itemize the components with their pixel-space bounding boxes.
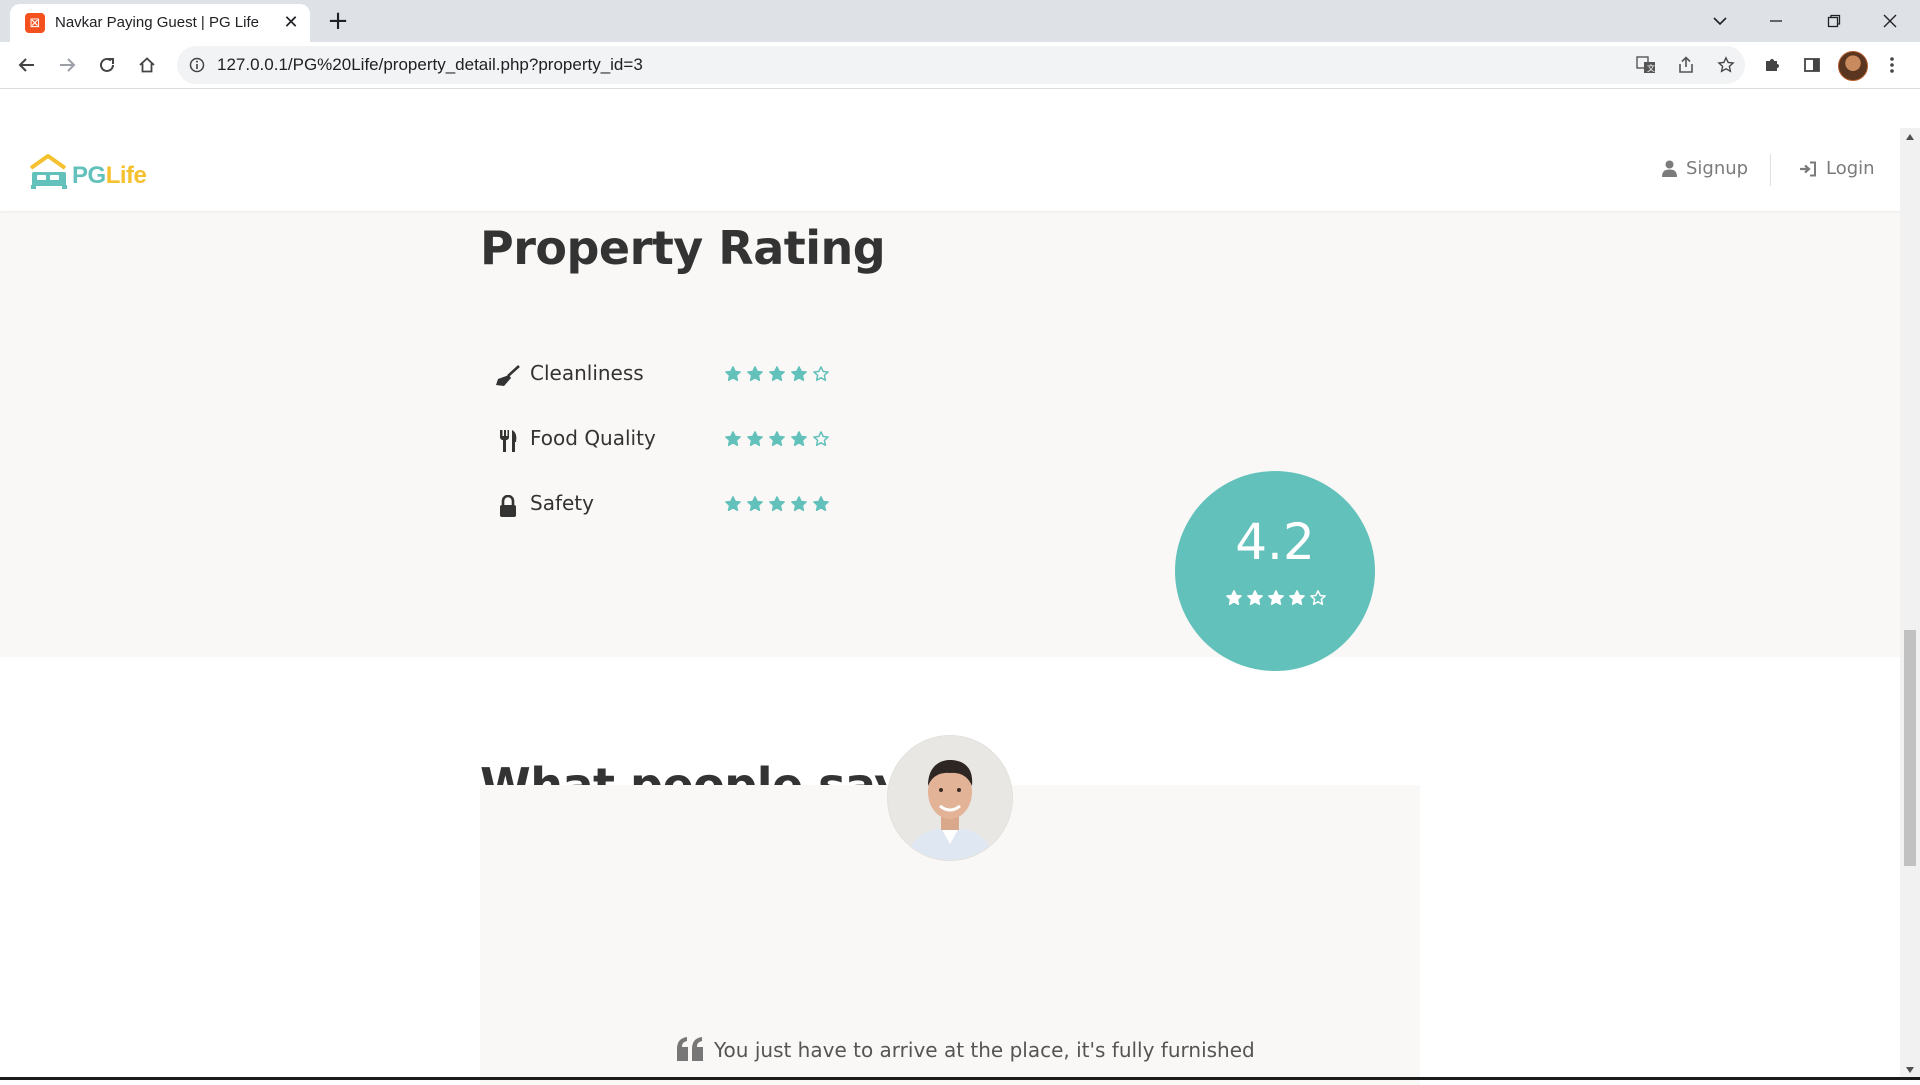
address-bar[interactable]: 127.0.0.1/PG%20Life/property_detail.php?… xyxy=(177,46,1745,84)
star-empty-icon xyxy=(1310,590,1326,606)
close-window-icon[interactable] xyxy=(1862,0,1918,42)
new-tab-icon[interactable]: + xyxy=(325,8,351,34)
forward-icon[interactable] xyxy=(53,51,81,79)
house-logo-icon xyxy=(29,154,67,189)
lock-icon xyxy=(496,494,520,518)
star-filled-icon xyxy=(1226,590,1242,606)
translate-icon[interactable]: 文 xyxy=(1632,51,1660,79)
login-label: Login xyxy=(1826,158,1875,179)
browser-tab[interactable]: ⊠ Navkar Paying Guest | PG Life ✕ xyxy=(10,4,310,42)
star-filled-icon xyxy=(1289,590,1305,606)
minimize-icon[interactable] xyxy=(1748,0,1804,42)
star-empty-icon xyxy=(813,431,829,447)
star-filled-icon xyxy=(747,431,763,447)
side-panel-icon[interactable] xyxy=(1798,51,1826,79)
site-navbar: PGLife Signup Login xyxy=(0,128,1900,211)
star-filled-icon xyxy=(769,496,785,512)
extensions-puzzle-icon[interactable] xyxy=(1758,51,1786,79)
rating-row-safety: Safety xyxy=(496,491,896,521)
star-filled-icon xyxy=(791,496,807,512)
logo-text-life: Life xyxy=(105,162,147,189)
star-rating xyxy=(724,430,830,448)
star-filled-icon xyxy=(791,366,807,382)
overall-rating-value: 4.2 xyxy=(1235,513,1315,571)
star-filled-icon xyxy=(1247,590,1263,606)
utensils-icon xyxy=(496,429,520,453)
browser-toolbar: 127.0.0.1/PG%20Life/property_detail.php?… xyxy=(0,42,1920,89)
browser-tab-bar: ⊠ Navkar Paying Guest | PG Life ✕ + xyxy=(0,0,1920,42)
tab-title: Navkar Paying Guest | PG Life xyxy=(55,14,259,31)
tab-search-chevron-icon[interactable] xyxy=(1692,0,1748,42)
property-rating-title: Property Rating xyxy=(480,221,886,275)
overall-star-rating xyxy=(1225,589,1327,607)
sign-in-icon xyxy=(1800,161,1816,176)
url-text[interactable]: 127.0.0.1/PG%20Life/property_detail.php?… xyxy=(217,55,643,75)
quote-left-icon xyxy=(677,1037,703,1061)
star-rating xyxy=(724,365,830,383)
back-icon[interactable] xyxy=(13,51,41,79)
tab-close-icon[interactable]: ✕ xyxy=(280,12,302,34)
reload-icon[interactable] xyxy=(93,51,121,79)
rating-label: Cleanliness xyxy=(530,361,644,385)
pglife-logo[interactable]: PGLife xyxy=(28,152,148,192)
star-filled-icon xyxy=(791,431,807,447)
scroll-up-arrow-icon[interactable] xyxy=(1900,128,1920,145)
scrollbar-thumb[interactable] xyxy=(1904,630,1916,866)
star-filled-icon xyxy=(813,496,829,512)
star-filled-icon xyxy=(725,431,741,447)
reviewer-avatar xyxy=(887,735,1013,861)
star-filled-icon xyxy=(747,496,763,512)
signup-label: Signup xyxy=(1686,158,1749,179)
star-filled-icon xyxy=(747,366,763,382)
profile-avatar[interactable] xyxy=(1838,51,1868,81)
star-filled-icon xyxy=(725,496,741,512)
star-filled-icon xyxy=(769,366,785,382)
svg-text:文: 文 xyxy=(1647,63,1655,73)
star-filled-icon xyxy=(725,366,741,382)
rating-row-cleanliness: Cleanliness xyxy=(496,361,896,391)
overall-rating-circle: 4.2 xyxy=(1175,471,1375,671)
page-scrollbar[interactable] xyxy=(1900,128,1920,1078)
rating-label: Safety xyxy=(530,491,594,515)
bookmark-star-icon[interactable] xyxy=(1712,51,1740,79)
signup-link[interactable]: Signup xyxy=(1662,158,1748,179)
star-filled-icon xyxy=(1268,590,1284,606)
xampp-favicon-icon: ⊠ xyxy=(25,13,45,33)
home-icon[interactable] xyxy=(133,51,161,79)
star-filled-icon xyxy=(769,431,785,447)
scroll-down-arrow-icon[interactable] xyxy=(1900,1061,1920,1078)
user-icon xyxy=(1662,160,1677,177)
restore-icon[interactable] xyxy=(1806,0,1862,42)
property-rating-section: Property Rating Cleanliness Food Quality… xyxy=(0,211,1900,671)
browser-menu-icon[interactable] xyxy=(1878,51,1906,79)
star-rating xyxy=(724,495,830,513)
rating-label: Food Quality xyxy=(530,426,656,450)
broom-icon xyxy=(496,364,520,388)
testimonial-text: You just have to arrive at the place, it… xyxy=(714,1038,1255,1062)
site-info-icon[interactable] xyxy=(187,55,207,75)
logo-text-pg: PG xyxy=(72,162,106,189)
login-link[interactable]: Login xyxy=(1799,158,1875,179)
nav-divider xyxy=(1770,154,1771,186)
share-icon[interactable] xyxy=(1672,51,1700,79)
star-empty-icon xyxy=(813,366,829,382)
rating-row-food-quality: Food Quality xyxy=(496,426,896,456)
